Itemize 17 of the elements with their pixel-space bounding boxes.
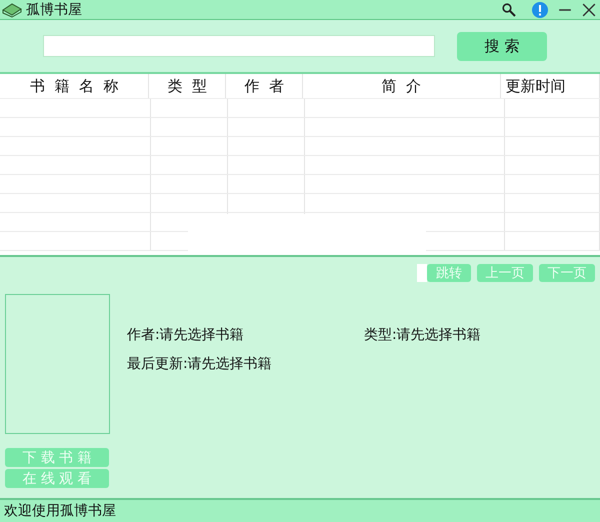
page-number-field[interactable] [417, 264, 427, 282]
column-header: 简 介 [302, 74, 501, 98]
status-text: 欢迎使用孤博书屋 [0, 498, 600, 522]
detail-field: 最后更新:请先选择书籍 [127, 355, 272, 373]
detail-field: 类型:请先选择书籍 [364, 326, 481, 344]
search-icon[interactable] [502, 2, 516, 16]
book-icon [2, 2, 22, 18]
column-header: 更新时间 [500, 74, 600, 98]
search-field[interactable] [43, 35, 435, 57]
column-header: 作 者 [226, 74, 303, 98]
window-title: 孤博书屋 [26, 0, 82, 18]
detail-field: 作者:请先选择书籍 [127, 326, 244, 344]
column-header: 类 型 [149, 74, 226, 98]
column-header: 书 籍 名 称 [0, 74, 150, 98]
search-button[interactable]: 搜 索 [457, 32, 547, 60]
info-icon[interactable] [532, 2, 548, 18]
close-icon[interactable] [582, 2, 596, 16]
